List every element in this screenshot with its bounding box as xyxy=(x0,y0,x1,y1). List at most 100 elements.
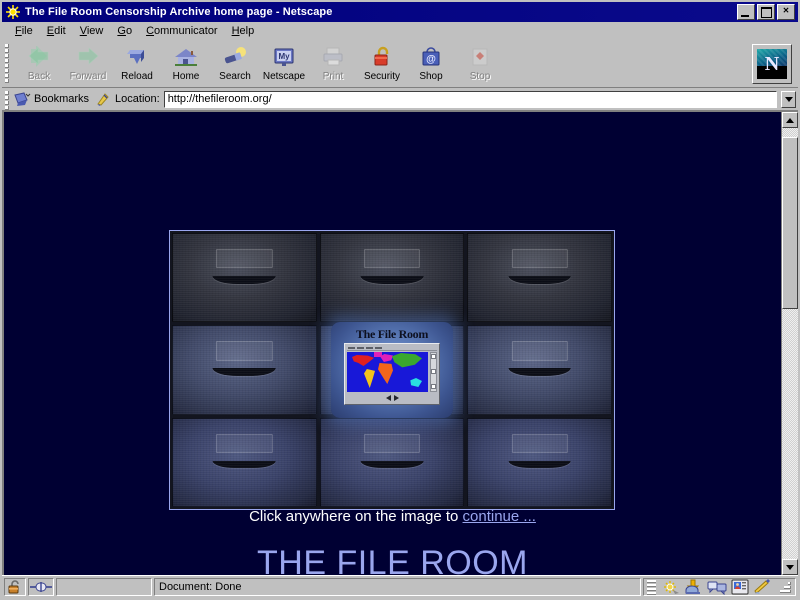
back-button[interactable]: Back xyxy=(15,43,63,85)
maximize-button[interactable] xyxy=(757,4,775,20)
panel-title: The File Room xyxy=(355,327,429,341)
cabinet-drawer xyxy=(319,233,465,323)
reload-label: Reload xyxy=(121,71,153,82)
svg-text:My: My xyxy=(278,52,290,61)
page-heading: THE FILE ROOM xyxy=(4,544,781,575)
netscape-label: Netscape xyxy=(262,71,306,82)
back-arrow-icon xyxy=(26,46,52,70)
composer-icon[interactable] xyxy=(753,579,773,595)
shop-button[interactable]: @ Shop xyxy=(407,43,455,85)
unlocked-padlock-icon xyxy=(7,580,23,594)
status-message: Document: Done xyxy=(154,578,641,596)
navigation-toolbar: Back Forward Reload Home Search My Netsc… xyxy=(2,41,798,88)
world-map xyxy=(347,352,429,392)
url-input[interactable]: http://thefileroom.org/ xyxy=(163,90,777,108)
security-label: Security xyxy=(363,71,401,82)
print-button[interactable]: Print xyxy=(309,43,357,85)
bookmark-ribbon-icon xyxy=(13,91,31,107)
cabinet-drawer xyxy=(172,233,317,323)
security-button[interactable]: Security xyxy=(358,43,406,85)
printer-icon xyxy=(320,46,346,70)
url-dropdown-button[interactable] xyxy=(781,90,796,108)
print-label: Print xyxy=(322,71,344,82)
bookmarks-button[interactable]: Bookmarks xyxy=(11,91,95,107)
stop-button[interactable]: Stop xyxy=(456,43,504,85)
vertical-scrollbar[interactable] xyxy=(781,112,798,575)
search-button[interactable]: Search xyxy=(211,43,259,85)
resize-grip[interactable] xyxy=(778,580,792,594)
file-room-glow-panel: The File Room xyxy=(331,322,453,418)
home-label: Home xyxy=(172,71,200,82)
progress-bar xyxy=(56,578,152,596)
forward-label: Forward xyxy=(69,71,107,82)
page-viewport: The File Room Click anywhere on the imag… xyxy=(2,112,781,575)
cabinet-drawer xyxy=(172,417,317,507)
content-area: The File Room Click anywhere on the imag… xyxy=(2,111,798,575)
status-bar: Document: Done xyxy=(2,575,798,598)
my-netscape-button[interactable]: My Netscape xyxy=(260,43,308,85)
scroll-down-button[interactable] xyxy=(782,559,798,575)
triangle-down-icon xyxy=(786,564,794,570)
network-connector-icon xyxy=(30,581,52,593)
page-quill-icon[interactable] xyxy=(95,92,111,107)
my-netscape-icon: My xyxy=(271,46,297,70)
netscape-ship-icon xyxy=(5,4,21,20)
menu-help[interactable]: Help xyxy=(225,24,262,38)
caption-text: Click anywhere on the image to xyxy=(249,508,463,525)
search-flashlight-icon xyxy=(222,46,248,70)
netscape-logo-letter: N xyxy=(764,52,780,75)
address-book-icon[interactable] xyxy=(730,579,750,595)
cabinet-drawer xyxy=(467,417,612,507)
scrollbar-track[interactable] xyxy=(782,128,798,559)
component-bar-grip[interactable] xyxy=(647,579,656,595)
forward-button[interactable]: Forward xyxy=(64,43,112,85)
scrollbar-thumb[interactable] xyxy=(782,136,798,309)
menu-file[interactable]: File xyxy=(8,24,40,38)
continue-link[interactable]: continue ... xyxy=(463,508,536,525)
image-caption: Click anywhere on the image to continue … xyxy=(4,508,781,525)
home-button[interactable]: Home xyxy=(162,43,210,85)
menu-communicator[interactable]: Communicator xyxy=(139,24,225,38)
navigator-icon[interactable] xyxy=(661,579,681,595)
stop-label: Stop xyxy=(469,71,491,82)
cabinet-drawer xyxy=(467,233,612,323)
netscape-logo-button[interactable]: N xyxy=(752,44,792,84)
window-title: The File Room Censorship Archive home pa… xyxy=(25,6,333,18)
search-label: Search xyxy=(219,71,251,82)
the-file-room-link[interactable]: THE FILE ROOM xyxy=(257,544,528,575)
title-bar: The File Room Censorship Archive home pa… xyxy=(2,2,798,22)
cabinet-drawer xyxy=(467,325,612,415)
window-controls: ✕ xyxy=(737,4,795,20)
chevron-down-icon xyxy=(784,96,793,102)
locationbar-grip[interactable] xyxy=(2,88,11,111)
minimize-button[interactable] xyxy=(737,4,755,20)
menu-edit[interactable]: Edit xyxy=(40,24,73,38)
scroll-up-button[interactable] xyxy=(782,112,798,128)
reload-icon xyxy=(124,46,150,70)
triangle-up-icon xyxy=(786,117,794,123)
svg-text:@: @ xyxy=(426,54,436,65)
padlock-icon xyxy=(369,46,395,70)
menu-go[interactable]: Go xyxy=(110,24,139,38)
bookmarks-label: Bookmarks xyxy=(34,93,90,105)
forward-arrow-icon xyxy=(75,46,101,70)
cabinet-drawer xyxy=(172,325,317,415)
file-room-cabinet-image[interactable]: The File Room xyxy=(169,230,615,510)
toolbar-grip[interactable] xyxy=(2,41,11,87)
reload-button[interactable]: Reload xyxy=(113,43,161,85)
shop-label: Shop xyxy=(419,71,443,82)
cabinet-drawer xyxy=(319,417,465,507)
location-label: Location: xyxy=(115,93,160,105)
close-button[interactable]: ✕ xyxy=(777,4,795,20)
browser-window: The File Room Censorship Archive home pa… xyxy=(0,0,800,600)
location-bar: Bookmarks Location: http://thefileroom.o… xyxy=(2,88,798,111)
discussions-icon[interactable] xyxy=(707,579,727,595)
connection-status-button[interactable] xyxy=(28,578,54,596)
component-bar xyxy=(643,578,796,596)
menu-view[interactable]: View xyxy=(73,24,111,38)
home-icon xyxy=(173,46,199,70)
menu-bar: File Edit View Go Communicator Help xyxy=(2,22,798,41)
shopping-bag-icon: @ xyxy=(418,46,444,70)
mailbox-icon[interactable] xyxy=(684,579,704,595)
security-status-button[interactable] xyxy=(4,578,26,596)
